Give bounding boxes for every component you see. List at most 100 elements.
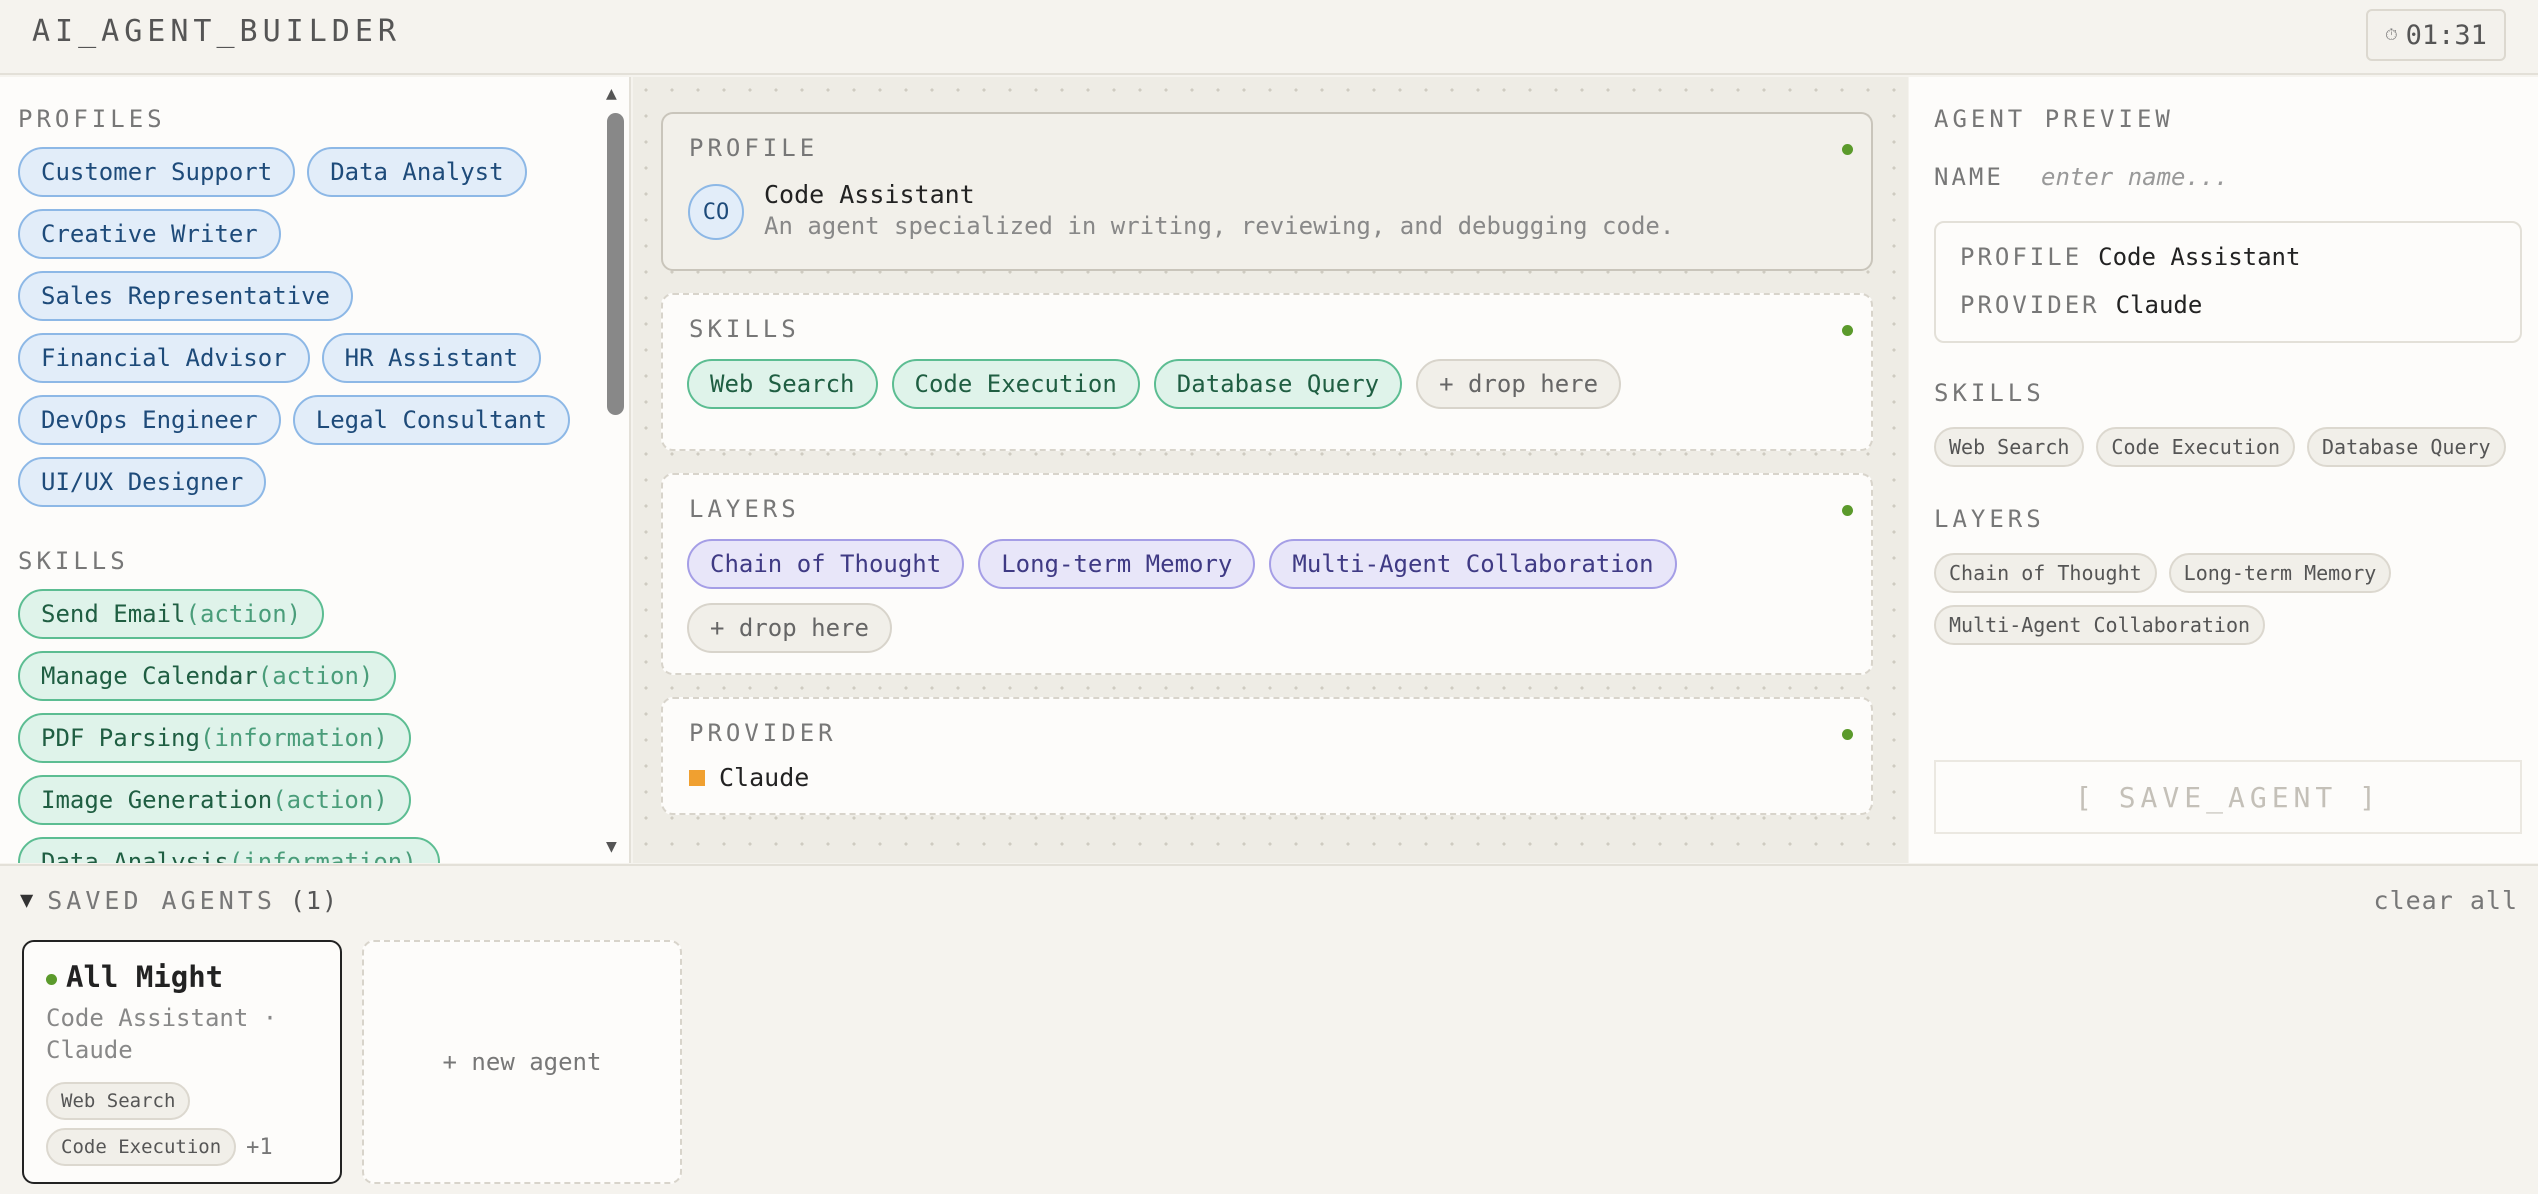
scroll-thumb[interactable] <box>607 113 624 415</box>
saved-agents-title: SAVED AGENTS <box>47 886 276 915</box>
preview-layer-tag: Chain of Thought <box>1934 553 2157 593</box>
skill-name: PDF Parsing <box>41 724 200 752</box>
profile-avatar: CO <box>688 184 744 240</box>
preview-skill-tag: Code Execution <box>2096 427 2295 467</box>
profile-description: An agent specialized in writing, reviewi… <box>764 212 1675 240</box>
skills-title: SKILLS <box>18 547 129 575</box>
provider-slot[interactable]: PROVIDER Claude <box>661 697 1873 815</box>
preview-skill-tag: Database Query <box>2307 427 2506 467</box>
profile-chip[interactable]: Legal Consultant <box>292 395 570 445</box>
profiles-title: PROFILES <box>18 105 166 133</box>
provider-color-swatch <box>689 769 705 786</box>
summary-provider-value: Claude <box>2115 291 2203 319</box>
assigned-skill-chip[interactable]: Code Execution <box>891 359 1140 409</box>
status-dot-icon <box>46 974 57 985</box>
app-header: AI_AGENT_BUILDER ⏱ 01:31 <box>0 0 2538 75</box>
profile-chip[interactable]: Sales Representative <box>18 271 353 321</box>
name-label: NAME <box>1934 163 2004 191</box>
skill-name: Send Email <box>41 600 186 628</box>
skill-chip[interactable]: Manage Calendar (action) <box>18 651 397 701</box>
summary-provider-key: PROVIDER <box>1960 291 2100 319</box>
skill-name: Manage Calendar <box>41 662 258 690</box>
preview-skills-title: SKILLS <box>1934 379 2045 407</box>
save-agent-button[interactable]: [ SAVE_AGENT ] <box>1934 760 2522 834</box>
skill-category: (action) <box>257 662 374 690</box>
preview-layer-tag: Multi-Agent Collaboration <box>1934 605 2266 645</box>
skill-category: (information) <box>199 724 388 752</box>
skill-category: (information) <box>228 848 417 863</box>
preview-summary: PROFILE Code Assistant PROVIDER Claude <box>1934 221 2522 343</box>
new-agent-button[interactable]: + new agent <box>362 940 682 1184</box>
timer-value: 01:31 <box>2405 19 2487 51</box>
skill-chip[interactable]: Image Generation (action) <box>18 775 411 825</box>
summary-profile-row: PROFILE Code Assistant <box>1960 243 2300 271</box>
preview-title: AGENT PREVIEW <box>1934 105 2174 133</box>
profile-chip[interactable]: Creative Writer <box>18 209 281 259</box>
summary-provider-row: PROVIDER Claude <box>1960 291 2202 319</box>
status-dot-icon <box>1842 505 1853 516</box>
skill-name: Image Generation <box>41 786 273 814</box>
clock-icon: ⏱ <box>2385 25 2398 44</box>
saved-agents-toggle[interactable]: ▼ SAVED AGENTS (1) <box>20 886 338 915</box>
profile-chip[interactable]: HR Assistant <box>321 333 542 383</box>
saved-agents-section: ▼ SAVED AGENTS (1) clear all All Might C… <box>0 864 2538 1194</box>
profile-chip[interactable]: UI/UX Designer <box>18 457 267 507</box>
skill-category: (action) <box>272 786 388 814</box>
assigned-layer-chip[interactable]: Chain of Thought <box>687 539 965 589</box>
skills-drop-target[interactable]: + drop here <box>1416 359 1622 409</box>
skills-slot-title: SKILLS <box>689 315 800 343</box>
scroll-up-arrow-icon[interactable]: ▲ <box>606 83 617 104</box>
collapse-triangle-icon: ▼ <box>20 888 34 913</box>
agent-name-input[interactable] <box>2039 155 2499 199</box>
saved-agent-tag: Web Search <box>46 1082 191 1120</box>
provider-slot-title: PROVIDER <box>689 719 837 747</box>
profile-chip[interactable]: Customer Support <box>18 147 296 197</box>
status-dot-icon <box>1842 144 1853 155</box>
preview-layer-tag: Long-term Memory <box>2168 553 2392 593</box>
app-title: AI_AGENT_BUILDER <box>32 14 401 49</box>
saved-agent-card[interactable]: All Might Code Assistant · Claude Web Se… <box>22 940 342 1184</box>
provider-row: Claude <box>689 763 809 792</box>
preview-skill-tag: Web Search <box>1934 427 2085 467</box>
layers-drop-target[interactable]: + drop here <box>687 603 892 653</box>
assigned-skill-chip[interactable]: Database Query <box>1153 359 1403 409</box>
timer: ⏱ 01:31 <box>2366 9 2506 61</box>
library-scrollbar[interactable]: ▲ ▼ <box>602 77 630 863</box>
library-panel: PROFILES Customer Support Data Analyst C… <box>0 77 631 863</box>
saved-agents-count: (1) <box>289 886 339 915</box>
profile-slot[interactable]: PROFILE CO Code Assistant An agent speci… <box>661 112 1873 271</box>
saved-agent-tag: Code Execution <box>46 1128 237 1166</box>
assigned-skill-chip[interactable]: Web Search <box>687 359 878 409</box>
layers-slot[interactable]: LAYERS Chain of Thought Long-term Memory… <box>661 473 1873 675</box>
saved-agent-meta: Code Assistant · Claude <box>46 1004 278 1064</box>
saved-agent-tags: Web Search Code Execution +1 <box>46 1082 336 1166</box>
builder-canvas: PROFILE CO Code Assistant An agent speci… <box>633 77 1908 863</box>
assigned-layer-chip[interactable]: Multi-Agent Collaboration <box>1269 539 1677 589</box>
clear-all-button[interactable]: clear all <box>2374 886 2518 915</box>
skills-list: Send Email (action) Manage Calendar (actio… <box>18 589 578 863</box>
agent-preview-panel: AGENT PREVIEW NAME PROFILE Code Assistant… <box>1909 77 2538 863</box>
status-dot-icon <box>1842 325 1853 336</box>
summary-profile-key: PROFILE <box>1960 243 2083 271</box>
assigned-layer-chip[interactable]: Long-term Memory <box>978 539 1256 589</box>
skill-name: Data Analysis <box>41 848 229 863</box>
skill-chip[interactable]: Data Analysis (information) <box>18 837 440 863</box>
profile-slot-title: PROFILE <box>689 134 819 162</box>
skills-slot-chips: Web Search Code Execution Database Query… <box>687 359 1847 409</box>
scroll-down-arrow-icon[interactable]: ▼ <box>606 836 617 857</box>
status-dot-icon <box>1842 729 1853 740</box>
skill-category: (action) <box>185 600 302 628</box>
preview-layers-title: LAYERS <box>1934 505 2045 533</box>
preview-skills-list: Web Search Code Execution Database Query <box>1934 427 2524 467</box>
skills-slot[interactable]: SKILLS Web Search Code Execution Databas… <box>661 293 1873 451</box>
layers-slot-chips: Chain of Thought Long-term Memory Multi-… <box>687 539 1847 653</box>
saved-agent-more-count: +1 <box>246 1134 273 1160</box>
profile-chip[interactable]: Data Analyst <box>307 147 527 197</box>
summary-profile-value: Code Assistant <box>2098 243 2301 271</box>
profile-chip[interactable]: Financial Advisor <box>18 333 310 383</box>
skill-chip[interactable]: PDF Parsing (information) <box>18 713 411 763</box>
skill-chip[interactable]: Send Email (action) <box>18 589 325 639</box>
saved-agent-name: All Might <box>66 960 224 994</box>
profile-name: Code Assistant <box>764 180 975 209</box>
profile-chip[interactable]: DevOps Engineer <box>18 395 281 445</box>
